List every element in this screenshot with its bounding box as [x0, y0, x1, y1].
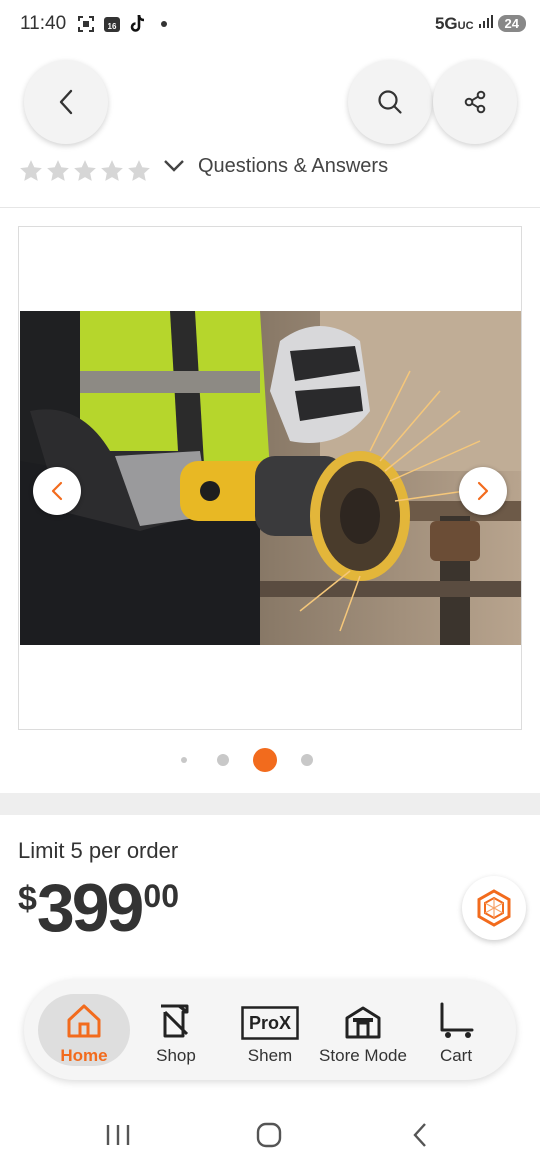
status-time: 11:40	[20, 13, 67, 34]
recent-apps-icon	[106, 1125, 130, 1145]
carousel-dots	[0, 748, 540, 772]
cart-icon	[440, 1002, 474, 1038]
nav-shop[interactable]: Shop	[130, 980, 222, 1080]
status-bar: 11:40 16 5GUC 24	[0, 0, 540, 52]
purchase-limit-text: Limit 5 per order	[18, 838, 179, 863]
share-button[interactable]	[433, 60, 517, 144]
product-image	[20, 311, 521, 645]
nav-store-mode[interactable]: Store Mode	[316, 980, 410, 1080]
questions-answers-link[interactable]: Questions & Answers	[198, 155, 388, 178]
hexagon-logo-icon	[477, 889, 511, 927]
chevron-left-icon	[59, 89, 73, 115]
home-circle-icon	[256, 1122, 282, 1148]
nav-home[interactable]: Home	[38, 980, 130, 1080]
rating-row: Questions & Answers	[18, 150, 538, 184]
svg-text:16: 16	[108, 22, 117, 31]
svg-text:ProX: ProX	[249, 1013, 291, 1033]
carousel-prev-button[interactable]	[33, 467, 81, 515]
battery-indicator: 24	[497, 15, 526, 32]
star-icon	[20, 160, 42, 181]
dot-icon	[154, 14, 174, 34]
system-navigation-bar	[0, 1100, 540, 1170]
nav-label: Cart	[439, 1046, 473, 1065]
prox-icon: ProX	[241, 1006, 299, 1040]
product-image-carousel[interactable]	[18, 226, 522, 730]
floating-assistant-button[interactable]	[462, 876, 526, 940]
rating-stars	[18, 158, 152, 184]
nav-label: Shop	[156, 1046, 196, 1065]
bottom-navigation: Home Shop ProX Shem Store Mode Cart	[24, 980, 516, 1080]
product-price: $ 399 00	[18, 872, 179, 944]
nav-cart[interactable]: Cart	[410, 980, 502, 1080]
star-icon	[128, 160, 150, 181]
chevron-left-icon	[51, 481, 63, 501]
screenshot-icon	[76, 14, 96, 34]
star-icon	[47, 160, 69, 181]
home-system-button[interactable]	[249, 1120, 289, 1150]
home-icon	[67, 1004, 101, 1038]
section-divider	[0, 793, 540, 815]
chevron-down-icon[interactable]	[162, 156, 186, 176]
carousel-next-button[interactable]	[459, 467, 507, 515]
star-icon	[101, 160, 123, 181]
back-arrow-icon	[413, 1123, 426, 1147]
star-icon	[74, 160, 96, 181]
nav-label: Shem	[247, 1046, 293, 1065]
tiktok-icon	[128, 14, 148, 34]
chevron-right-icon	[477, 481, 489, 501]
carousel-dot-active[interactable]	[253, 748, 277, 772]
store-icon	[345, 1006, 381, 1039]
back-button[interactable]	[24, 60, 108, 144]
divider	[0, 207, 540, 208]
back-system-button[interactable]	[400, 1120, 440, 1150]
search-button[interactable]	[348, 60, 432, 144]
status-right: 5GUC 24	[435, 13, 526, 34]
carousel-dot[interactable]	[301, 754, 313, 766]
nav-prox[interactable]: ProX Shem	[224, 980, 316, 1080]
calendar-icon: 16	[102, 14, 122, 34]
recent-apps-button[interactable]	[98, 1120, 138, 1150]
nav-label: Store Mode	[319, 1046, 407, 1065]
carousel-dot[interactable]	[217, 754, 229, 766]
share-icon	[464, 90, 486, 114]
notification-icons: 16	[76, 14, 174, 34]
carousel-dot[interactable]	[181, 757, 187, 763]
signal-icon	[478, 13, 494, 34]
search-icon	[378, 90, 402, 114]
network-indicator: 5GUC	[434, 13, 474, 33]
nav-label: Home	[60, 1046, 108, 1065]
price-dollars: 399	[36, 870, 144, 946]
price-cents: 00	[143, 878, 179, 914]
shop-icon	[161, 1004, 189, 1038]
price-currency: $	[18, 880, 37, 918]
